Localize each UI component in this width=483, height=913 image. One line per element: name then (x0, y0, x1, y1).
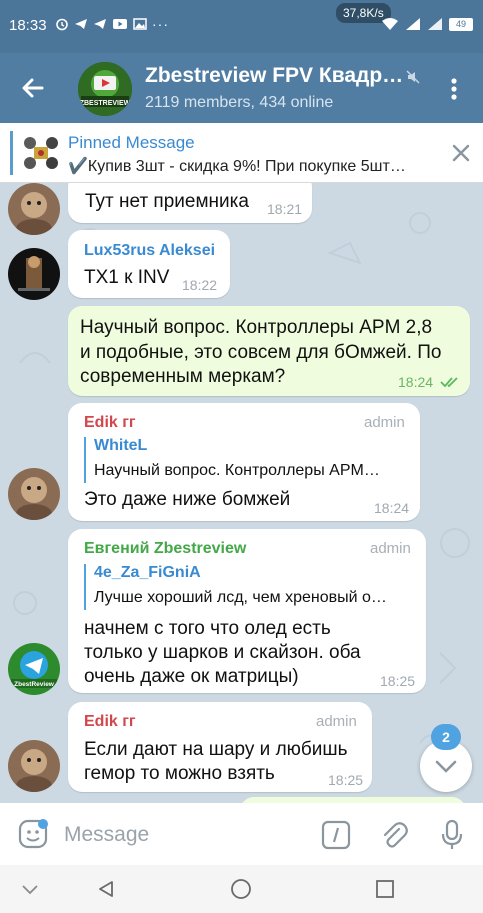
message-bubble[interactable]: Lux53rus Aleksei TX1 к INV 18:22 (68, 230, 230, 298)
telegram-notification-icon (75, 19, 87, 29)
back-arrow-icon[interactable] (18, 73, 48, 103)
message-time: 18:25 (328, 772, 364, 788)
avatar[interactable] (8, 740, 60, 792)
wifi-icon (382, 18, 398, 30)
message-text-line: начнем с того что олед есть (84, 618, 331, 639)
avatar[interactable] (8, 468, 60, 520)
chat-header: ZBESTREVIEW Zbestreview FPV Квадр… 2119 … (0, 53, 483, 123)
pinned-text: ✔️Купив 3шт - скидка 9%! При покупке 5шт… (68, 158, 406, 175)
group-subtitle: 2119 members, 434 online (145, 94, 334, 111)
avatar-image (8, 248, 60, 300)
avatar[interactable] (8, 183, 60, 235)
message-text-line: только у шарков и скайзон. оба (84, 642, 361, 663)
sender-name[interactable]: Edik гг (84, 713, 136, 731)
more-menu-icon[interactable] (444, 75, 464, 103)
pinned-label: Pinned Message (68, 133, 195, 152)
avatar-text: ZbestReview (14, 681, 55, 688)
message-composer: Message (0, 803, 483, 865)
close-icon[interactable] (448, 140, 474, 166)
message-time: 18:21 (267, 201, 303, 217)
message-bubble[interactable]: Edik гг admin WhiteL Научный вопрос. Кон… (68, 403, 420, 521)
outgoing-message-bubble[interactable]: Научный вопрос. Контроллеры APM 2,8 и по… (68, 306, 470, 396)
message-input[interactable]: Message (64, 823, 149, 847)
reply-name: WhiteL (94, 437, 148, 454)
home-circle-icon[interactable] (230, 878, 252, 900)
avatar[interactable]: ZbestReview (8, 643, 60, 695)
reply-name: 4e_Za_FiGniA (94, 564, 201, 581)
avatar-image (8, 740, 60, 792)
avatar[interactable] (8, 248, 60, 300)
telegram-notification-icon-2 (94, 19, 106, 29)
message-bubble[interactable]: Edik гг admin Если дают на шару и любишь… (68, 702, 372, 792)
signal-icon-2 (428, 18, 442, 30)
reply-text: Лучше хороший лсд, чем хреновый о… (94, 589, 387, 606)
sticker-icon[interactable] (17, 818, 49, 850)
signal-icon (406, 18, 420, 30)
message-text-line: гемор то можно взять (84, 763, 275, 784)
group-title[interactable]: Zbestreview FPV Квадр… (145, 64, 403, 88)
image-icon (133, 18, 147, 30)
group-avatar-image: ZBESTREVIEW (78, 62, 132, 116)
message-time: 18:24 (374, 500, 410, 516)
reply-quote[interactable]: WhiteL Научный вопрос. Контроллеры APM… (84, 437, 404, 483)
microphone-icon[interactable] (440, 819, 464, 851)
admin-badge: admin (370, 540, 411, 557)
sender-name[interactable]: Lux53rus Aleksei (84, 242, 215, 260)
message-text: Это даже ниже бомжей (84, 489, 291, 510)
admin-badge: admin (316, 713, 357, 730)
unread-count-badge: 2 (431, 724, 461, 750)
message-text: TX1 к INV (84, 267, 170, 288)
sender-name[interactable]: Евгений Zbestreview (84, 540, 246, 558)
alarm-icon (56, 18, 68, 31)
pinned-accent-bar (10, 131, 13, 175)
status-bar: 18:33 ··· 37,8K/s 49 (0, 0, 483, 53)
chevron-down-icon[interactable] (20, 882, 40, 896)
recents-square-icon[interactable] (375, 879, 395, 899)
message-text-line: Научный вопрос. Контроллеры APM 2,8 (80, 317, 433, 338)
reply-quote[interactable]: 4e_Za_FiGniA Лучше хороший лсд, чем хрен… (84, 564, 414, 610)
group-avatar[interactable]: ZBESTREVIEW (78, 62, 132, 116)
message-list[interactable]: Тут нет приемника 18:21 Lux53rus Aleksei… (0, 183, 483, 803)
avatar-image (8, 183, 60, 235)
battery-icon: 49 (449, 17, 473, 31)
message-bubble[interactable]: Тут нет приемника 18:21 (68, 183, 312, 223)
message-text-line: современным меркам? (80, 366, 286, 387)
status-system-icons: 49 (381, 17, 473, 31)
attach-icon[interactable] (379, 820, 409, 850)
system-navigation-bar (0, 865, 483, 913)
avatar-image (8, 468, 60, 520)
reply-text: Научный вопрос. Контроллеры APM… (94, 462, 380, 479)
message-time: 18:25 (380, 673, 416, 689)
more-notifications-icon: ··· (152, 16, 169, 32)
admin-badge: admin (364, 414, 405, 431)
pinned-message-bar[interactable]: Pinned Message ✔️Купив 3шт - скидка 9%! … (0, 123, 483, 183)
message-text: Тут нет приемника (85, 191, 249, 212)
message-text-line: и подобные, это совсем для бОмжей. По (80, 342, 442, 363)
status-notification-icons: ··· (55, 16, 169, 32)
avatar-image: ZbestReview (8, 643, 60, 695)
group-avatar-text: ZBESTREVIEW (80, 100, 131, 107)
bot-command-icon[interactable] (321, 820, 351, 850)
message-time: 18:24 (398, 374, 434, 390)
message-time: 18:22 (182, 277, 218, 293)
pinned-thumbnail-icon (20, 133, 62, 173)
youtube-icon (113, 19, 127, 29)
message-text-line: очень даже ок матрицы) (84, 666, 299, 687)
back-triangle-icon[interactable] (96, 879, 116, 899)
read-checkmarks-icon (440, 377, 458, 388)
message-bubble[interactable]: Евгений Zbestreview admin 4e_Za_FiGniA Л… (68, 529, 426, 693)
sender-name[interactable]: Edik гг (84, 414, 136, 432)
message-text-line: Если дают на шару и любишь (84, 739, 348, 760)
muted-icon (406, 70, 420, 84)
status-time: 18:33 (9, 17, 47, 34)
